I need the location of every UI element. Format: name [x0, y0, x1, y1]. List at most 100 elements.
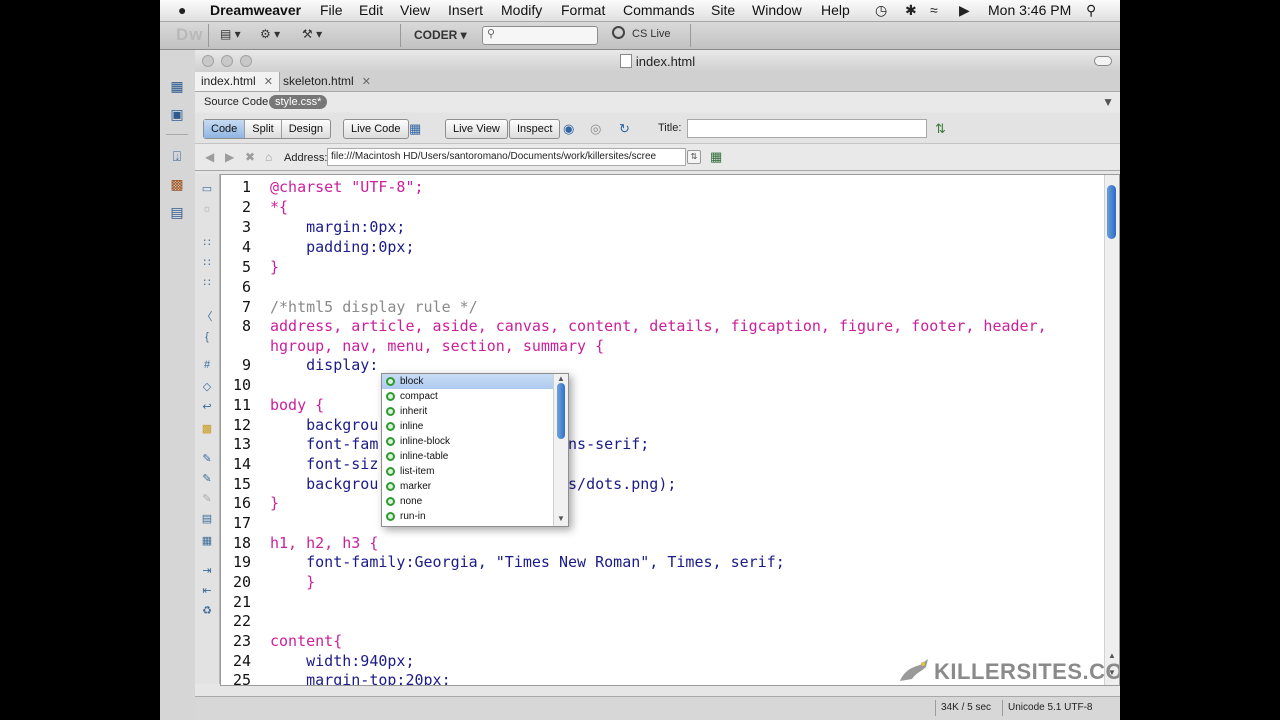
browser-navigation-options-icon[interactable]: ▦ [710, 149, 722, 165]
code-line: font-siz [270, 455, 379, 473]
tab-index-html[interactable]: index.html ✕ [195, 72, 280, 91]
insert-panel-icon[interactable]: ▣ [168, 106, 186, 122]
code-view-button[interactable]: Code [204, 120, 246, 138]
wrap-tag-icon[interactable]: ✎ [199, 492, 215, 506]
menu-insert[interactable]: Insert [448, 2, 483, 18]
inspect-button[interactable]: Inspect [509, 119, 561, 139]
related-file-style-css[interactable]: style.css* [269, 95, 328, 109]
filter-icon[interactable]: ▼ [1102, 95, 1114, 109]
cs-live-label[interactable]: CS Live [632, 28, 671, 40]
refresh-icon[interactable]: ↻ [619, 121, 630, 137]
live-code-button[interactable]: Live Code [343, 119, 409, 139]
recent-snippets-icon[interactable]: ▤ [199, 512, 215, 526]
code-line: display: [270, 356, 379, 374]
hints-scrollbar[interactable]: ▲ ▼ [553, 374, 568, 526]
show-code-navigator-icon[interactable]: ☼ [199, 202, 215, 216]
forward-arrow-icon[interactable]: ▶ [225, 150, 234, 164]
address-input[interactable]: file:///Macintosh HD/Users/santoromano/D… [327, 148, 686, 166]
open-documents-icon[interactable]: ▭ [199, 182, 215, 196]
design-view-button[interactable]: Design [282, 120, 330, 138]
hint-item[interactable]: list-item [382, 464, 554, 479]
indent-code-icon[interactable]: ⇥ [199, 564, 215, 578]
collapse-selection-icon[interactable]: ∷ [199, 256, 215, 270]
gear-icon[interactable]: ⚙ ▾ [260, 27, 280, 41]
scroll-down-icon[interactable]: ▼ [557, 514, 565, 523]
visual-aids-icon[interactable]: ◎ [590, 121, 601, 137]
spotlight-search-icon[interactable]: ⚲ [1086, 2, 1096, 19]
preview-in-browser-icon[interactable]: ◉ [563, 121, 574, 137]
format-source-code-icon[interactable]: ♻ [199, 604, 215, 618]
syntax-coloring-icon[interactable]: ▩ [199, 422, 215, 436]
editor-scrollbar[interactable]: ▲ ▼ [1104, 175, 1119, 685]
outdent-code-icon[interactable]: ⇤ [199, 584, 215, 598]
remove-comment-icon[interactable]: ✎ [199, 472, 215, 486]
source-code-link[interactable]: Source Code [204, 96, 268, 108]
toolbar-toggle-button[interactable] [1094, 56, 1112, 66]
site-map-icon[interactable]: ⍗ [168, 148, 186, 164]
files-icon[interactable]: ▦ [168, 78, 186, 94]
split-view-button[interactable]: Split [245, 120, 282, 138]
assets-briefcase-icon[interactable]: ▩ [168, 176, 186, 192]
document-title-text: index.html [635, 54, 696, 69]
live-view-button[interactable]: Live View [445, 119, 508, 139]
hint-item[interactable]: marker [382, 479, 554, 494]
hint-item[interactable]: run-in [382, 509, 554, 524]
menu-window[interactable]: Window [752, 2, 802, 18]
menu-modify[interactable]: Modify [501, 2, 542, 18]
editor-scroll-thumb[interactable] [1107, 185, 1116, 239]
word-wrap-icon[interactable]: ↩ [199, 400, 215, 414]
bluetooth-icon[interactable]: ✱ [905, 2, 917, 19]
snippets-icon[interactable]: ▤ [168, 204, 186, 220]
menu-commands[interactable]: Commands [623, 2, 695, 18]
collapse-full-tag-icon[interactable]: ∷ [199, 236, 215, 250]
scroll-up-icon[interactable]: ▲ [557, 374, 565, 383]
close-tab-icon[interactable]: ✕ [264, 76, 273, 88]
hint-item[interactable]: compact [382, 389, 554, 404]
encoding-status[interactable]: Unicode 5.1 UTF-8 [1008, 702, 1092, 713]
hint-item[interactable]: inline-table [382, 449, 554, 464]
hints-scroll-thumb[interactable] [557, 383, 565, 439]
apply-comment-icon[interactable]: ✎ [199, 452, 215, 466]
highlight-invalid-code-icon[interactable]: ◇ [199, 380, 215, 394]
file-management-icon[interactable]: ⇅ [935, 121, 946, 137]
search-input[interactable]: ⚲ [482, 26, 598, 45]
hint-item[interactable]: inline [382, 419, 554, 434]
wifi-icon[interactable]: ≈ [930, 2, 938, 18]
move-css-icon[interactable]: ▦ [199, 534, 215, 548]
home-icon[interactable]: ⌂ [265, 150, 272, 164]
code-hints-popup[interactable]: block compact inherit inline inline-bloc… [381, 373, 569, 527]
apple-icon[interactable]: ● [178, 2, 186, 18]
menu-site[interactable]: Site [711, 2, 735, 18]
menu-view[interactable]: View [400, 2, 430, 18]
menu-file[interactable]: File [320, 2, 343, 18]
left-panel-dock: ▦ ▣ ⍗ ▩ ▤ [160, 50, 196, 720]
hint-item[interactable]: inline-block [382, 434, 554, 449]
code-editor[interactable]: 1 2 3 4 5 6 7 8 9 10 11 12 13 14 15 16 1… [220, 174, 1120, 686]
hint-item[interactable]: block [382, 374, 554, 389]
line-number: 21 [232, 593, 251, 611]
time-machine-icon[interactable]: ◷ [875, 2, 887, 19]
volume-icon[interactable]: ▶ [959, 2, 970, 19]
cs-live-icon[interactable] [612, 26, 625, 39]
stop-icon[interactable]: ✖ [245, 150, 255, 164]
expand-all-icon[interactable]: ∷ [199, 276, 215, 290]
browser-compatibility-icon[interactable]: ▦ [409, 121, 421, 137]
address-dropdown-icon[interactable]: ⇅ [687, 150, 701, 164]
tab-skeleton-html[interactable]: skeleton.html ✕ [277, 72, 377, 91]
select-parent-tag-icon[interactable]: 〈 [199, 310, 215, 324]
back-arrow-icon[interactable]: ◀ [205, 150, 214, 164]
menu-edit[interactable]: Edit [359, 2, 383, 18]
hint-item[interactable]: inherit [382, 404, 554, 419]
layout-menu-icon[interactable]: ▤ ▾ [220, 27, 241, 41]
line-numbers-icon[interactable]: # [199, 358, 215, 372]
hint-item[interactable]: none [382, 494, 554, 509]
menu-help[interactable]: Help [821, 2, 850, 18]
close-tab-icon[interactable]: ✕ [362, 76, 371, 88]
menubar-clock[interactable]: Mon 3:46 PM [988, 2, 1071, 18]
workspace-switcher[interactable]: CODER ▾ [414, 28, 467, 42]
balance-braces-icon[interactable]: { [199, 330, 215, 344]
menu-format[interactable]: Format [561, 2, 605, 18]
page-title-input[interactable] [687, 119, 927, 138]
site-menu-icon[interactable]: ⚒ ▾ [302, 27, 322, 41]
menu-app-name[interactable]: Dreamweaver [210, 2, 301, 18]
